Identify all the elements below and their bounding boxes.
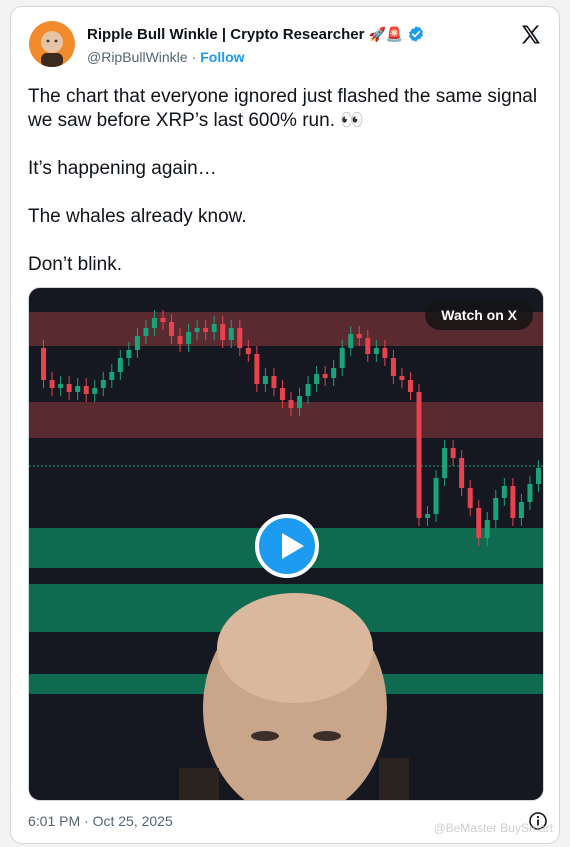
candle-body — [348, 334, 354, 348]
candle-body — [501, 486, 507, 498]
candle-body — [535, 468, 541, 484]
candle-body — [314, 374, 320, 384]
handle[interactable]: @RipBullWinkle — [87, 49, 188, 65]
emoji-suffix: 🚀🚨 — [368, 25, 404, 42]
candle-body — [100, 380, 106, 388]
candle-body — [160, 318, 166, 322]
candle-body — [211, 324, 217, 332]
candle-body — [109, 372, 115, 380]
candle-body — [493, 498, 499, 520]
candle-body — [459, 458, 465, 488]
candle-body — [416, 392, 422, 518]
name-row: Ripple Bull Winkle | Crypto Researcher 🚀… — [87, 25, 425, 43]
tweet-paragraph: The whales already know. — [28, 206, 247, 227]
tweet-paragraph: The chart that everyone ignored just fla… — [28, 86, 538, 131]
handle-row: @RipBullWinkle · Follow — [87, 49, 245, 65]
candle-body — [126, 350, 132, 358]
candle-body — [41, 348, 47, 380]
watch-on-x-button[interactable]: Watch on X — [425, 300, 533, 330]
candle-body — [228, 328, 234, 340]
candle-body — [151, 318, 157, 328]
candle-body — [169, 322, 175, 336]
watermark: @BeMaster BuySmart — [433, 821, 553, 835]
candle-body — [322, 374, 328, 378]
follow-button[interactable]: Follow — [200, 49, 244, 65]
candle-body — [49, 380, 55, 388]
candle-body — [237, 328, 243, 348]
candle-body — [194, 328, 200, 332]
candle-body — [382, 348, 388, 358]
video-player[interactable]: Watch on X — [28, 287, 544, 801]
timestamp[interactable]: 6:01 PM · Oct 25, 2025 — [28, 813, 173, 829]
candle-body — [356, 334, 362, 338]
candle-body — [390, 358, 396, 376]
x-logo-icon[interactable] — [519, 23, 543, 47]
avatar[interactable] — [29, 21, 75, 67]
candle-body — [177, 336, 183, 344]
tweet-text: The chart that everyone ignored just fla… — [28, 85, 548, 301]
candle-body — [254, 354, 260, 384]
candle-body — [518, 502, 524, 518]
candle-body — [433, 478, 439, 514]
candle-body — [117, 358, 123, 372]
tweet-header: Ripple Bull Winkle | Crypto Researcher 🚀… — [29, 21, 543, 71]
candle-body — [373, 348, 379, 354]
candle-body — [75, 386, 81, 392]
candle-body — [450, 448, 456, 458]
candle-body — [339, 348, 345, 368]
candle-body — [425, 514, 431, 518]
candle-body — [134, 336, 140, 350]
tweet-paragraph: It’s happening again… — [28, 158, 217, 179]
candle-body — [83, 386, 89, 394]
candle-body — [66, 384, 72, 392]
candle-body — [407, 380, 413, 392]
candle-body — [484, 520, 490, 538]
candle-body — [262, 376, 268, 384]
candle-body — [305, 384, 311, 396]
candle-body — [476, 508, 482, 538]
candle-body — [220, 324, 226, 340]
display-name[interactable]: Ripple Bull Winkle | Crypto Researcher — [87, 26, 364, 43]
candle-body — [58, 384, 64, 388]
candle-body — [279, 388, 285, 400]
candle-body — [288, 400, 294, 408]
candle-body — [467, 488, 473, 508]
candle-body — [143, 328, 149, 336]
candle-body — [527, 484, 533, 502]
candle-body — [271, 376, 277, 388]
candle-body — [331, 368, 337, 378]
play-icon[interactable] — [255, 514, 319, 578]
candle-body — [245, 348, 251, 354]
verified-badge-icon — [407, 25, 425, 43]
candle-body — [203, 328, 209, 332]
candle-body — [297, 396, 303, 408]
candle-body — [92, 388, 98, 394]
tweet-paragraph: Don’t blink. — [28, 254, 122, 275]
candle-body — [399, 376, 405, 380]
candle-body — [365, 338, 371, 354]
candle-body — [442, 448, 448, 478]
candle-body — [510, 486, 516, 518]
separator: · — [191, 49, 197, 65]
tweet-card: Ripple Bull Winkle | Crypto Researcher 🚀… — [10, 6, 560, 844]
candle-body — [186, 332, 192, 344]
